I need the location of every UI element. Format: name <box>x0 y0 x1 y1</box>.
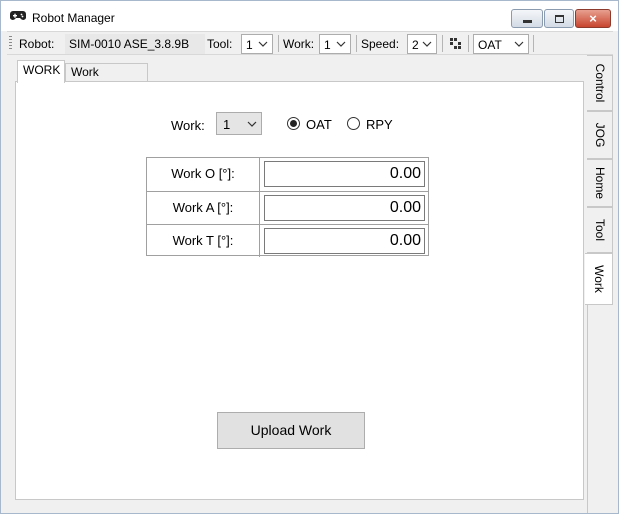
chevron-down-icon <box>258 41 268 47</box>
robot-id-field: SIM-0010 ASE_3.8.9B <box>65 34 205 54</box>
work-t-row: Work T [°]: 0.00 <box>147 224 428 257</box>
work-o-label: Work O [°]: <box>147 158 260 191</box>
rpy-radio[interactable] <box>347 117 360 130</box>
robot-manager-window: Robot Manager × Robot: SIM-0010 ASE_3.8.… <box>0 0 619 514</box>
work-a-row: Work A [°]: 0.00 <box>147 191 428 224</box>
grid-snap-icon[interactable] <box>449 37 462 50</box>
orientation-select[interactable]: OAT <box>473 34 529 54</box>
speed-label: Speed: <box>361 37 400 51</box>
maximize-icon <box>555 15 564 23</box>
side-tab-jog[interactable]: JOG <box>587 111 613 159</box>
chevron-down-icon <box>422 41 432 47</box>
title-bar[interactable]: Robot Manager × <box>1 1 618 31</box>
work-toolbar-select-value: 1 <box>324 38 331 52</box>
chevron-down-icon <box>247 121 257 127</box>
window-title: Robot Manager <box>32 11 115 25</box>
toolbar-separator <box>468 35 469 52</box>
chevron-down-icon <box>336 41 346 47</box>
work-a-input[interactable]: 0.00 <box>264 195 425 221</box>
close-button[interactable]: × <box>575 9 611 28</box>
close-icon: × <box>589 11 597 26</box>
minimize-icon <box>523 20 532 23</box>
speed-select-value: 2 <box>412 38 419 52</box>
work-a-label: Work A [°]: <box>147 192 260 224</box>
rpy-radio-label[interactable]: RPY <box>366 117 393 132</box>
toolbar-grip-icon[interactable] <box>9 36 12 51</box>
tab-work-wizard[interactable]: Work WIZARD <box>65 63 148 95</box>
tool-select-value: 1 <box>246 38 253 52</box>
work-select[interactable]: 1 <box>216 112 262 135</box>
oat-radio-label[interactable]: OAT <box>306 117 332 132</box>
side-tab-tool-label: Tool <box>592 218 607 242</box>
work-o-input[interactable]: 0.00 <box>264 161 425 187</box>
toolbar-separator <box>533 35 534 52</box>
work-toolbar-select[interactable]: 1 <box>319 34 351 54</box>
work-t-input[interactable]: 0.00 <box>264 228 425 254</box>
upload-work-button[interactable]: Upload Work <box>217 412 365 449</box>
work-select-value: 1 <box>223 117 231 132</box>
toolbar-separator <box>442 35 443 52</box>
side-tab-strip <box>587 305 613 513</box>
minimize-button[interactable] <box>511 9 543 28</box>
oat-radio[interactable] <box>287 117 300 130</box>
side-tab-tool[interactable]: Tool <box>587 207 613 253</box>
toolbar-separator <box>278 35 279 52</box>
work-values-grid: Work O [°]: 0.00 Work A [°]: 0.00 Work T… <box>146 157 429 257</box>
robot-id-value: SIM-0010 ASE_3.8.9B <box>69 37 190 51</box>
chevron-down-icon <box>514 41 524 47</box>
toolbar: Robot: SIM-0010 ASE_3.8.9B Tool: 1 Work:… <box>7 31 613 55</box>
robot-label: Robot: <box>19 37 55 51</box>
work-toolbar-label: Work: <box>283 37 315 51</box>
side-tab-work-label: Work <box>591 265 606 293</box>
side-tabs: Control JOG Home Tool Work <box>585 55 613 513</box>
side-tab-control[interactable]: Control <box>587 55 613 111</box>
tool-select[interactable]: 1 <box>241 34 273 54</box>
side-tab-control-label: Control <box>592 63 607 103</box>
maximize-button[interactable] <box>544 9 574 28</box>
side-tab-jog-label: JOG <box>592 122 607 148</box>
side-tab-work[interactable]: Work <box>585 253 613 305</box>
radio-checked-dot <box>290 120 297 127</box>
side-tab-home[interactable]: Home <box>587 159 613 207</box>
side-tab-home-label: Home <box>592 166 607 200</box>
work-t-label: Work T [°]: <box>147 225 260 257</box>
tab-work[interactable]: WORK <box>17 60 65 83</box>
work-select-label: Work: <box>171 118 205 133</box>
toolbar-separator <box>356 35 357 52</box>
orientation-select-value: OAT <box>478 38 502 52</box>
speed-select[interactable]: 2 <box>407 34 437 54</box>
gamepad-icon <box>10 11 26 20</box>
tool-label: Tool: <box>207 37 233 51</box>
work-o-row: Work O [°]: 0.00 <box>147 158 428 191</box>
